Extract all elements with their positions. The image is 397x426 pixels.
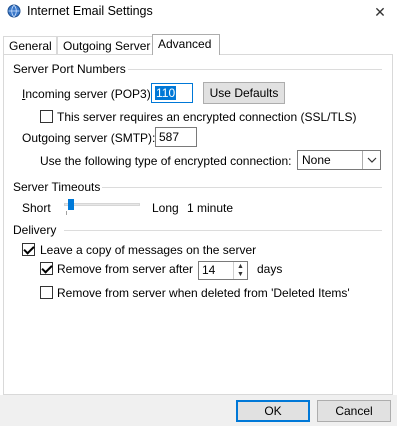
spin-down-icon[interactable]: ▼ bbox=[234, 270, 247, 279]
tab-advanced[interactable]: Advanced bbox=[152, 34, 220, 55]
slider-tick bbox=[66, 211, 67, 215]
remove-deleted-checkbox[interactable] bbox=[40, 286, 53, 299]
server-ports-group-label: Server Port Numbers bbox=[13, 62, 126, 76]
slider-track bbox=[64, 203, 140, 206]
close-button[interactable]: ✕ bbox=[363, 0, 397, 24]
server-timeouts-group-label: Server Timeouts bbox=[13, 180, 101, 194]
timeout-slider[interactable] bbox=[64, 197, 140, 215]
use-defaults-button[interactable]: Use Defaults bbox=[203, 82, 285, 104]
leave-copy-label: Leave a copy of messages on the server bbox=[40, 243, 257, 257]
group-divider bbox=[102, 187, 382, 188]
days-spinner[interactable]: ▲ ▼ bbox=[233, 262, 247, 279]
group-divider bbox=[128, 69, 382, 70]
ok-button[interactable]: OK bbox=[236, 400, 310, 422]
incoming-port-field[interactable]: 110 bbox=[151, 83, 193, 103]
ssl-checkbox-label: This server requires an encrypted connec… bbox=[57, 110, 357, 124]
ssl-checkbox[interactable] bbox=[40, 110, 53, 123]
tab-outgoing-server[interactable]: Outgoing Server bbox=[57, 36, 153, 54]
encryption-type-select[interactable]: None bbox=[297, 150, 381, 170]
timeout-value-label: 1 minute bbox=[187, 201, 234, 215]
window-title: Internet Email Settings bbox=[27, 4, 153, 18]
advanced-panel: Server Port Numbers Incoming server (POP… bbox=[3, 54, 393, 395]
remove-after-checkbox[interactable] bbox=[40, 262, 53, 275]
outgoing-server-label: Outgoing server (SMTP): bbox=[22, 131, 156, 145]
chevron-down-icon bbox=[362, 151, 380, 169]
group-divider bbox=[64, 230, 382, 231]
close-icon: ✕ bbox=[374, 3, 386, 20]
remove-after-days-stepper[interactable]: 14 ▲ ▼ bbox=[198, 261, 248, 280]
remove-after-label: Remove from server after bbox=[57, 262, 194, 276]
remove-deleted-label: Remove from server when deleted from 'De… bbox=[57, 286, 350, 300]
incoming-server-label: Incoming server (POP3): bbox=[22, 87, 155, 101]
outgoing-port-field[interactable]: 587 bbox=[155, 127, 197, 147]
leave-copy-checkbox[interactable] bbox=[22, 243, 35, 256]
days-label: days bbox=[257, 262, 283, 276]
cancel-button[interactable]: Cancel bbox=[317, 400, 391, 422]
delivery-group-label: Delivery bbox=[13, 223, 57, 237]
dialog-footer: OK Cancel bbox=[0, 395, 397, 426]
timeout-short-label: Short bbox=[22, 201, 51, 215]
tab-general[interactable]: General bbox=[3, 36, 57, 54]
timeout-long-label: Long bbox=[152, 201, 179, 215]
title-bar: Internet Email Settings ✕ bbox=[0, 0, 397, 24]
slider-thumb[interactable] bbox=[67, 199, 74, 210]
globe-mail-icon bbox=[7, 4, 21, 18]
encryption-type-label: Use the following type of encrypted conn… bbox=[40, 154, 292, 168]
